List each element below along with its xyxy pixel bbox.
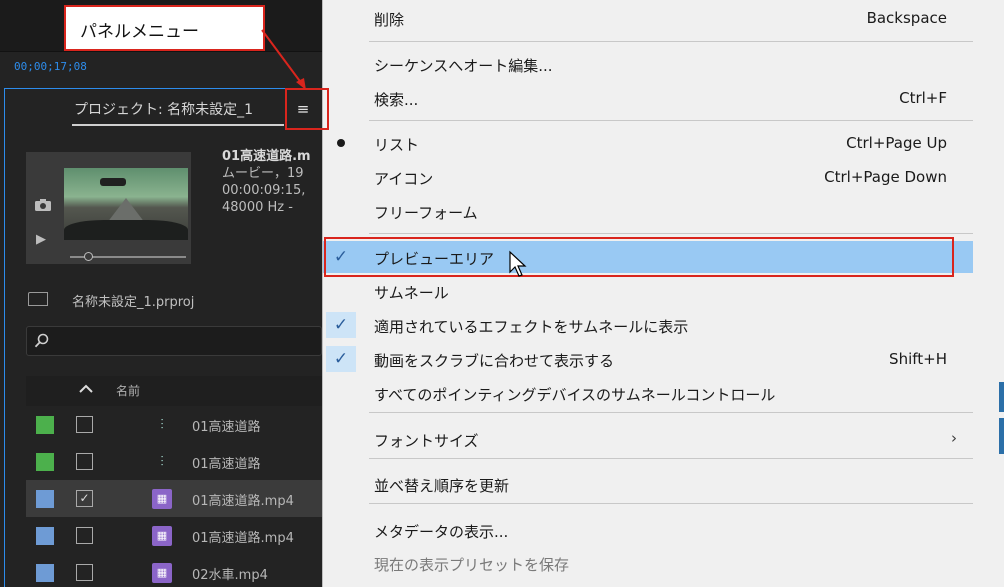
annotation-arrow — [261, 29, 306, 90]
annotation-box-preview-area — [324, 237, 954, 277]
mouse-cursor-icon — [509, 250, 527, 277]
annotation-box-menu-button — [285, 88, 329, 130]
